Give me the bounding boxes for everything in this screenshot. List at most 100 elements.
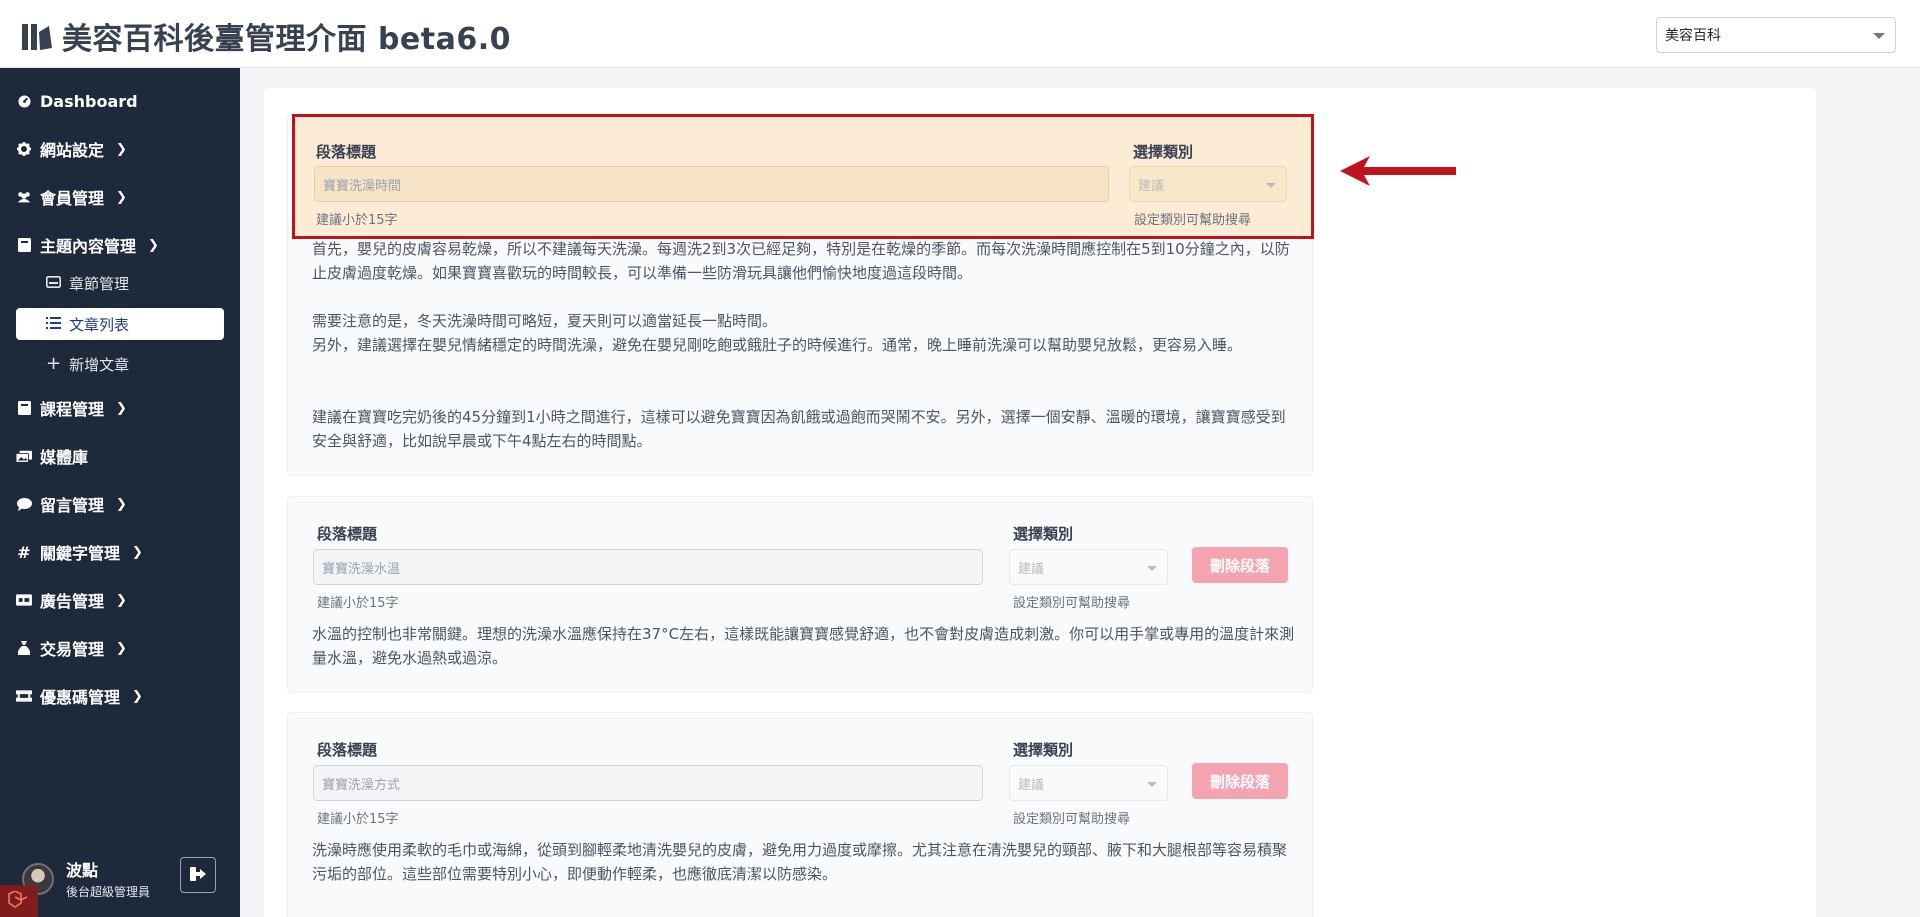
user-role: 後台超級管理員 — [66, 885, 151, 899]
gauge-icon — [16, 94, 32, 108]
brand: 美容百科後臺管理介面 beta6.0 — [22, 14, 511, 58]
section-title-hint: 建議小於15字 — [316, 213, 398, 228]
sidebar-subitem-label: 章節管理 — [69, 274, 130, 293]
sidebar: Dashboard 網站設定 ❯ 會員管理 ❯ 主題內容管理 ❯ 章節管理 文章… — [0, 68, 240, 917]
category-select-value: 建議 — [1138, 178, 1165, 194]
category-hint: 設定類別可幫助搜尋 — [1013, 596, 1131, 611]
sidebar-item-label: 交易管理 — [40, 640, 105, 659]
logout-button[interactable] — [180, 857, 216, 893]
chevron-right-icon: ❯ — [132, 544, 143, 560]
chevron-right-icon: ❯ — [116, 640, 127, 656]
money-bag-icon — [16, 640, 32, 656]
delete-paragraph-button[interactable]: 刪除段落 — [1192, 763, 1288, 799]
chevron-down-icon — [1147, 782, 1157, 787]
sidebar-subitem-label: 文章列表 — [69, 315, 130, 334]
section-title-input[interactable]: 寶寶洗澡時間 — [314, 166, 1109, 202]
chevron-down-icon — [1266, 183, 1276, 188]
sidebar-item-coupons[interactable]: 優惠碼管理 ❯ — [16, 683, 143, 709]
chevron-right-icon: ❯ — [116, 141, 127, 157]
sidebar-item-label: 課程管理 — [40, 400, 105, 419]
delete-paragraph-button[interactable]: 刪除段落 — [1192, 547, 1288, 583]
users-icon — [16, 191, 32, 204]
sidebar-item-ads[interactable]: 廣告管理 ❯ — [16, 587, 127, 613]
app-logo-icon — [22, 18, 52, 54]
gear-icon — [16, 142, 32, 156]
chevron-right-icon: ❯ — [116, 496, 127, 512]
section-body-text: 建議在寶寶吃完奶後的45分鐘到1小時之間進行，這樣可以避免寶寶因為飢餓或過飽而哭… — [312, 408, 1286, 450]
sidebar-item-label: 關鍵字管理 — [40, 544, 121, 563]
sidebar-subitem-article-list[interactable]: 文章列表 — [16, 308, 224, 340]
sidebar-item-label: 會員管理 — [40, 189, 105, 208]
sidebar-item-label: 廣告管理 — [40, 592, 105, 611]
section-body-text: 首先，嬰兒的皮膚容易乾燥，所以不建議每天洗澡。每週洗2到3次已經足夠，特別是在乾… — [312, 240, 1290, 282]
site-select[interactable]: 美容百科 — [1656, 17, 1896, 53]
sidebar-item-media[interactable]: 媒體庫 — [16, 443, 88, 469]
section-body-text: 另外，建議選擇在嬰兒情緒穩定的時間洗澡，避免在嬰兒剛吃飽或餓肚子的時候進行。通常… — [312, 336, 1243, 354]
paragraph-section: 段落標題 寶寶洗澡方式 建議小於15字 選擇類別 建議 設定類別可幫助搜尋 刪除… — [287, 712, 1313, 917]
section-title-input[interactable]: 寶寶洗澡水溫 — [313, 549, 983, 585]
chevron-down-icon — [1873, 33, 1885, 39]
sidebar-item-members[interactable]: 會員管理 ❯ — [16, 184, 127, 210]
sidebar-item-transactions[interactable]: 交易管理 ❯ — [16, 635, 127, 661]
sidebar-subitem-new-article[interactable]: + 新增文章 — [16, 348, 224, 380]
sidebar-item-label: 留言管理 — [40, 496, 105, 515]
sidebar-item-label: 主題內容管理 — [40, 237, 137, 256]
section-body-text: 需要注意的是，冬天洗澡時間可略短，夏天則可以適當延長一點時間。 — [312, 312, 778, 330]
sidebar-item-label: Dashboard — [40, 91, 138, 111]
sidebar-item-keywords[interactable]: # 關鍵字管理 ❯ — [16, 539, 143, 565]
user-name: 波點 — [66, 861, 99, 880]
sidebar-subitem-label: 新增文章 — [69, 355, 130, 374]
category-hint: 設定類別可幫助搜尋 — [1013, 812, 1131, 827]
section-title-label: 段落標題 — [317, 741, 378, 759]
comment-icon — [16, 497, 32, 511]
section-body-text: 水溫的控制也非常關鍵。理想的洗澡水溫應保持在37°C左右，這樣既能讓寶寶感覺舒適… — [312, 625, 1295, 667]
category-select[interactable]: 建議 — [1009, 549, 1168, 585]
category-label: 選擇類別 — [1013, 525, 1074, 543]
category-select[interactable]: 建議 — [1009, 765, 1168, 801]
category-hint: 設定類別可幫助搜尋 — [1134, 213, 1252, 228]
ad-icon — [16, 594, 32, 606]
section-title-input[interactable]: 寶寶洗澡方式 — [313, 765, 983, 801]
sidebar-subitem-chapters[interactable]: 章節管理 — [16, 267, 224, 299]
section-title-hint: 建議小於15字 — [317, 812, 399, 827]
chevron-right-icon: ❯ — [132, 688, 143, 704]
sidebar-item-comments[interactable]: 留言管理 ❯ — [16, 491, 127, 517]
category-label: 選擇類別 — [1013, 741, 1074, 759]
plus-icon: + — [46, 353, 62, 374]
section-title-hint: 建議小於15字 — [317, 596, 399, 611]
section-title-value: 寶寶洗澡方式 — [322, 777, 401, 793]
section-body-text: 洗澡時應使用柔軟的毛巾或海綿，從頭到腳輕柔地清洗嬰兒的皮膚，避免用力過度或摩擦。… — [312, 841, 1288, 883]
chevron-right-icon: ❯ — [116, 189, 127, 205]
chevron-right-icon: ❯ — [116, 592, 127, 608]
chevron-right-icon: ❯ — [116, 400, 127, 416]
ticket-icon — [16, 690, 32, 702]
app-title: 美容百科後臺管理介面 beta6.0 — [62, 22, 511, 57]
section-title-value: 寶寶洗澡水溫 — [322, 561, 401, 577]
inbox-icon — [46, 274, 61, 292]
sidebar-item-label: 網站設定 — [40, 141, 105, 160]
section-title-value: 寶寶洗澡時間 — [323, 178, 402, 194]
top-header: 美容百科後臺管理介面 beta6.0 美容百科 — [0, 0, 1920, 68]
sidebar-item-label: 媒體庫 — [40, 448, 89, 467]
category-select-value: 建議 — [1018, 561, 1045, 577]
chevron-down-icon: ❯ — [148, 237, 159, 253]
highlight-box: 段落標題 寶寶洗澡時間 建議小於15字 選擇類別 建議 設定類別可幫助搜尋 — [292, 114, 1314, 239]
hash-icon: # — [17, 542, 31, 562]
site-select-value: 美容百科 — [1665, 28, 1721, 44]
book-icon — [16, 401, 32, 415]
section-title-label: 段落標題 — [317, 525, 378, 543]
category-label: 選擇類別 — [1133, 143, 1194, 161]
chevron-down-icon — [1147, 566, 1157, 571]
category-select-value: 建議 — [1018, 777, 1045, 793]
images-icon — [16, 450, 32, 463]
sidebar-item-site-settings[interactable]: 網站設定 ❯ — [16, 136, 127, 162]
sidebar-item-dashboard[interactable]: Dashboard — [16, 88, 138, 114]
framework-logo-icon — [0, 885, 38, 917]
book-icon — [16, 238, 32, 252]
category-select[interactable]: 建議 — [1129, 166, 1287, 202]
sidebar-item-courses[interactable]: 課程管理 ❯ — [16, 395, 127, 421]
sidebar-item-content[interactable]: 主題內容管理 ❯ — [16, 232, 159, 258]
sign-out-icon — [190, 866, 206, 885]
red-arrow-annotation — [1340, 156, 1456, 186]
section-title-label: 段落標題 — [316, 143, 377, 161]
